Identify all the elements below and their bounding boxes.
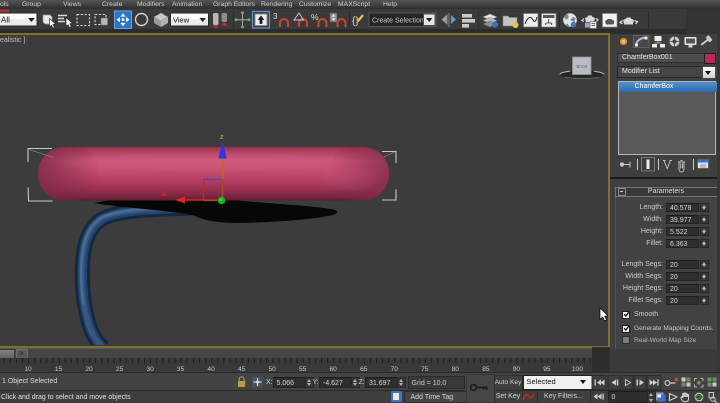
svg-text:BACK: BACK bbox=[577, 64, 588, 69]
svg-text:View: View bbox=[173, 16, 190, 25]
svg-text:All: All bbox=[1, 16, 10, 25]
svg-text:%: % bbox=[311, 12, 319, 22]
svg-text:3: 3 bbox=[273, 12, 278, 21]
svg-text:z: z bbox=[220, 134, 224, 141]
